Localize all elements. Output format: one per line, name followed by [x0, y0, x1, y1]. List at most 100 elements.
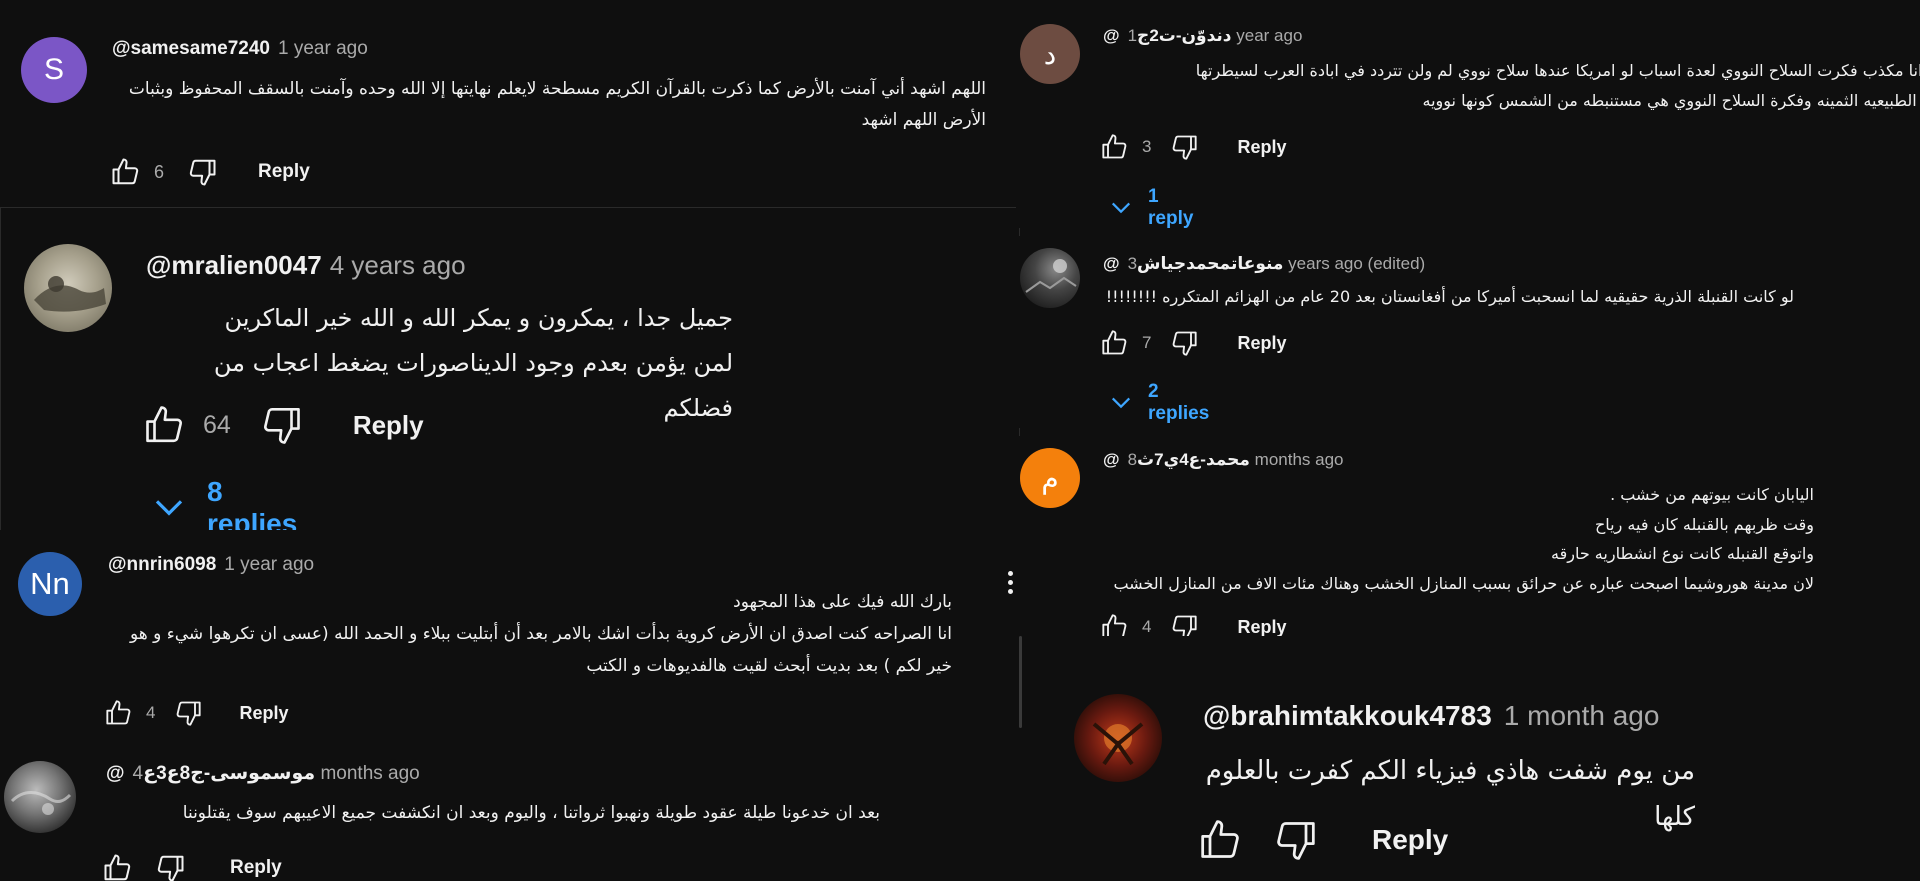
avatar-letter: S [43, 53, 64, 86]
dislike-icon[interactable] [186, 157, 218, 187]
kebab-dot [1008, 571, 1013, 576]
comment-timestamp[interactable]: 1 year ago [278, 38, 368, 59]
comment-text: من زمان وانا مكذب فكرت السلاح النووي لعد… [1195, 61, 1920, 110]
avatar[interactable] [4, 761, 76, 833]
comment-panel: S @samesame7240 1 year ago اللهم اشهد أني… [0, 0, 1010, 206]
comment-timestamp[interactable]: 1 year ago [224, 554, 314, 575]
avatar-photo [10, 791, 72, 815]
comment-text: لو كانت القنبلة الذرية حقيقيه لما انسحبت… [1105, 287, 1794, 306]
avatar-letter: د [1043, 38, 1057, 70]
like-count: 4 [1142, 617, 1152, 636]
avatar[interactable]: S [21, 37, 87, 103]
view-replies-button[interactable]: 2 replies [1110, 381, 1209, 425]
comment-panel: @brahimtakkouk4783 1 month ago من يوم شفت… [1025, 660, 1920, 881]
comment-header: @brahimtakkouk4783 1 month ago [1203, 700, 1659, 732]
chevron-down-icon [153, 497, 185, 519]
dislike-icon[interactable] [173, 699, 203, 727]
comment-actions: Reply [1198, 816, 1448, 864]
avatar-photo [1092, 722, 1144, 766]
replies-count: 8 replies [207, 476, 298, 531]
comment-header: @محمد-ع4ي7ث8 months ago [1103, 450, 1344, 470]
avatar[interactable]: م [1020, 448, 1080, 508]
scrollbar[interactable] [1019, 636, 1022, 728]
comment-actions: 6 Reply [110, 156, 310, 188]
avatar-photo [34, 276, 106, 312]
view-replies-button[interactable]: 8 replies [153, 476, 298, 531]
kebab-dot [1008, 580, 1013, 585]
reply-button[interactable]: Reply [353, 410, 424, 441]
comment-author[interactable]: @mralien0047 [146, 250, 322, 280]
comment-header: @samesame7240 1 year ago [112, 38, 368, 60]
avatar[interactable]: د [1020, 24, 1080, 84]
like-icon[interactable] [110, 157, 142, 187]
dislike-icon[interactable] [154, 853, 186, 881]
comment-header: @دندوّن-ت2ج1 year ago [1103, 26, 1302, 46]
dislike-icon[interactable] [1272, 818, 1318, 862]
comment-author[interactable]: @samesame7240 [112, 38, 270, 59]
like-icon[interactable] [143, 404, 187, 446]
reply-button[interactable]: Reply [1237, 137, 1286, 158]
comment-actions: 3 Reply [1100, 132, 1287, 162]
comment-actions: Reply [102, 853, 282, 881]
reply-button[interactable]: Reply [1372, 824, 1448, 856]
comment-actions: 4 Reply [1100, 612, 1287, 636]
comment-header: @موسموسی-ج8ع3ع4 months ago [106, 762, 420, 785]
avatar[interactable] [1074, 694, 1162, 782]
like-icon[interactable] [104, 699, 134, 727]
comment-panel: @mralien0047 4 years ago جميل جدا ، يمكرو… [0, 207, 1020, 531]
comment-author[interactable]: @دندوّن-ت2ج [1103, 26, 1232, 45]
comment-header: @mralien0047 4 years ago [146, 250, 466, 281]
dislike-icon[interactable] [259, 404, 303, 446]
avatar-letter: Nn [30, 566, 70, 601]
like-count: 64 [203, 410, 231, 439]
reply-button[interactable]: Reply [1237, 333, 1286, 354]
comment-panel: @منوعاتمحمدجياش3 years ago (edited) لو ك… [1016, 236, 1920, 428]
comment-author[interactable]: @nnrin6098 [108, 554, 216, 575]
comment-text: بعد ان خدعونا طيلة عقود طويلة ونهبوا ثرو… [182, 803, 880, 823]
like-count: 6 [154, 161, 165, 182]
avatar[interactable]: Nn [18, 552, 82, 616]
like-icon[interactable] [1198, 818, 1244, 862]
comment-panel: م @محمد-ع4ي7ث8 months ago اليابان كانت ب… [1016, 436, 1920, 636]
like-icon[interactable] [102, 853, 134, 881]
reply-button[interactable]: Reply [239, 703, 288, 724]
reply-button[interactable]: Reply [1237, 617, 1286, 637]
comment-text: اليابان كانت بيوتهم من خشب . وقت ظربهم ب… [1113, 485, 1814, 593]
comment-author[interactable]: @محمد-ع4ي7ث [1103, 450, 1250, 469]
avatar[interactable] [1020, 248, 1080, 308]
avatar-photo [1025, 259, 1077, 293]
comment-timestamp[interactable]: 4 years ago [330, 250, 466, 280]
like-count: 4 [146, 703, 156, 722]
like-icon[interactable] [1100, 613, 1130, 636]
comment-text: بارك الله فيك على هذا المجهود انا الصراح… [130, 592, 952, 676]
dislike-icon[interactable] [1169, 133, 1199, 161]
comment-actions: 7 Reply [1100, 328, 1287, 358]
comment-panel: د @دندوّن-ت2ج1 year ago من زمان وانا مكذ… [1016, 0, 1920, 228]
avatar[interactable] [24, 244, 112, 332]
kebab-dot [1008, 589, 1013, 594]
comment-actions: 64 Reply [143, 402, 424, 448]
like-count: 3 [1142, 137, 1152, 156]
comment-timestamp[interactable]: 1 month ago [1504, 700, 1660, 731]
like-icon[interactable] [1100, 133, 1130, 161]
comment-panel: Nn @nnrin6098 1 year ago بارك الله فيك عل… [0, 530, 1025, 738]
dislike-icon[interactable] [1169, 329, 1199, 357]
comment-header: @nnrin6098 1 year ago [108, 554, 314, 576]
chevron-down-icon [1110, 200, 1132, 216]
view-replies-button[interactable]: 1 reply [1110, 186, 1193, 228]
comment-author[interactable]: @brahimtakkouk4783 [1203, 700, 1492, 731]
more-vert-icon[interactable] [1008, 571, 1013, 594]
chevron-down-icon [1110, 395, 1132, 411]
comment-actions: 4 Reply [104, 698, 289, 728]
avatar-letter: م [1041, 462, 1059, 494]
reply-button[interactable]: Reply [230, 857, 282, 879]
dislike-icon[interactable] [1169, 613, 1199, 636]
like-count: 7 [1142, 333, 1152, 352]
reply-button[interactable]: Reply [258, 161, 310, 183]
comment-header: @منوعاتمحمدجياش3 years ago (edited) [1103, 254, 1425, 274]
like-icon[interactable] [1100, 329, 1130, 357]
comment-panel: @موسموسی-ج8ع3ع4 months ago بعد ان خدعونا… [0, 739, 1025, 881]
comment-text: اللهم اشهد أني آمنت بالأرض كما ذكرت بالق… [128, 79, 986, 130]
replies-count: 1 reply [1148, 186, 1194, 228]
replies-count: 2 replies [1148, 381, 1210, 424]
